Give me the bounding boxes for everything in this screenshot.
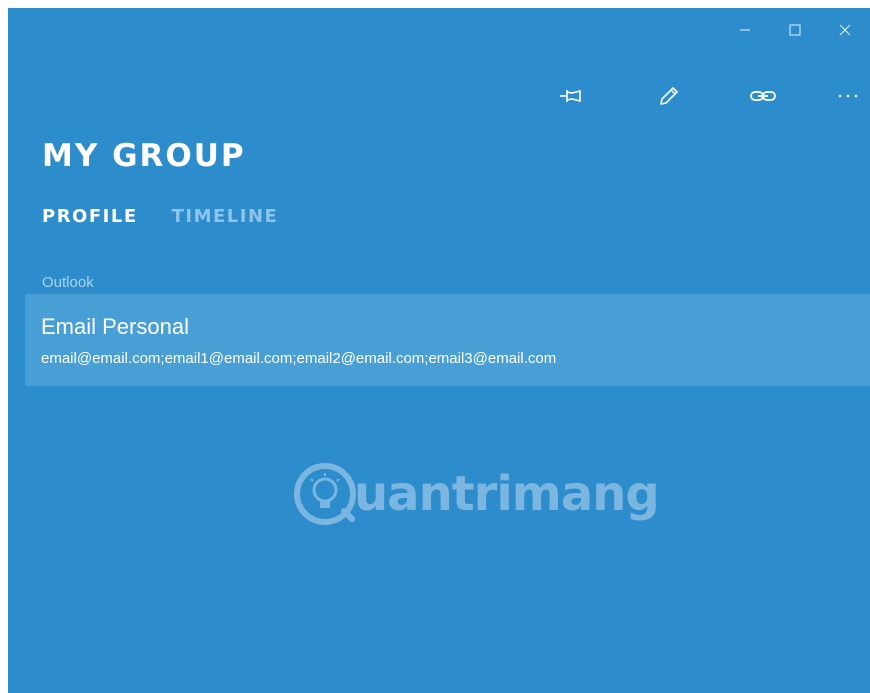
item-title: Email Personal [41, 314, 189, 339]
edit-button[interactable] [649, 78, 689, 114]
list-item-email-personal[interactable]: Email Personal email@email.com;email1@em… [25, 294, 870, 386]
tab-timeline[interactable]: TIMELINE [172, 206, 279, 227]
close-icon [839, 24, 851, 36]
more-button[interactable] [828, 78, 868, 114]
close-button[interactable] [820, 8, 870, 52]
minimize-button[interactable] [720, 8, 770, 52]
page-title: MY GROUP [42, 138, 246, 174]
app-window: MY GROUP PROFILE TIMELINE Outlook Email … [8, 8, 870, 693]
pin-icon [560, 89, 581, 103]
item-email-addresses: email@email.com;email1@email.com;email2@… [41, 350, 557, 367]
maximize-button[interactable] [770, 8, 820, 52]
link-icon [750, 91, 776, 101]
watermark-text: uantrimang [354, 466, 660, 522]
watermark-logo: uantrimang [292, 458, 660, 530]
title-bar [720, 8, 870, 52]
edit-pencil-icon [660, 87, 678, 105]
more-icon [838, 94, 858, 98]
maximize-icon [789, 24, 801, 36]
pivot-tabs: PROFILE TIMELINE [42, 206, 278, 227]
minimize-icon [740, 29, 750, 31]
tab-profile[interactable]: PROFILE [42, 206, 138, 227]
pin-button[interactable] [552, 78, 592, 114]
command-bar [8, 78, 870, 118]
lightbulb-logo-icon [294, 463, 356, 525]
section-label-outlook: Outlook [42, 274, 94, 291]
link-button[interactable] [743, 78, 783, 114]
